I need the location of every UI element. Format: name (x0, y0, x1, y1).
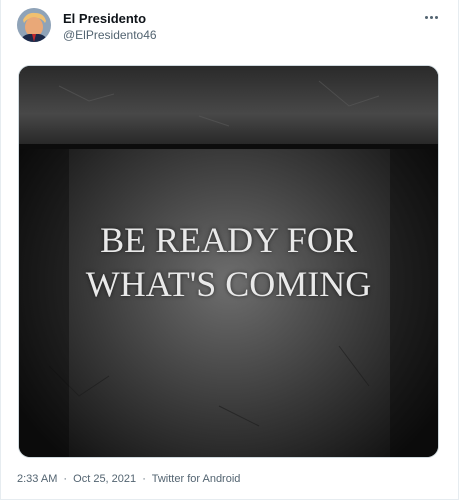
profile-avatar-icon (17, 8, 51, 42)
more-dot (434, 15, 438, 19)
meta-separator: · (142, 473, 146, 485)
tweet-date[interactable]: Oct 25, 2021 (73, 473, 136, 485)
author-display-name[interactable]: El Presidento (63, 11, 146, 27)
image-text-line2: WHAT'S COMING (85, 264, 372, 304)
meta-separator: · (63, 473, 68, 485)
more-dot (429, 15, 433, 19)
author-handle[interactable]: @ElPresidento46 (63, 28, 157, 43)
image-text-line1: BE READY FOR (100, 220, 357, 260)
tweet-source[interactable]: Twitter for Android (152, 473, 241, 485)
tweet-card: El Presidento @ElPresidento46 BE READY F… (0, 0, 459, 500)
tweet-metadata: 2:33 AM · Oct 25, 2021 · Twitter for And… (17, 472, 240, 486)
tweet-image[interactable]: BE READY FOR WHAT'S COMING (18, 65, 439, 458)
author-avatar[interactable] (17, 8, 51, 42)
tweet-time[interactable]: 2:33 AM (17, 473, 57, 485)
more-horizontal-icon (424, 15, 428, 19)
more-options-button[interactable] (417, 8, 445, 26)
